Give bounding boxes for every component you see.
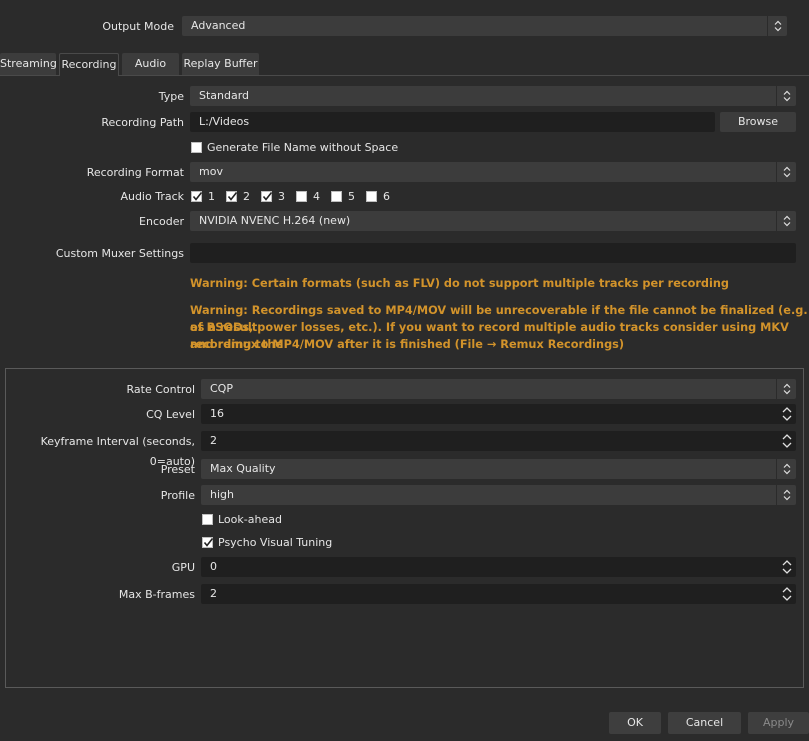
apply-button[interactable]: Apply	[748, 712, 809, 734]
browse-button[interactable]: Browse	[720, 112, 796, 132]
output-mode-label: Output Mode	[102, 20, 174, 33]
audio-track-3-label: 3	[278, 190, 285, 203]
look-ahead-label: Look-ahead	[218, 513, 282, 526]
check-icon	[203, 538, 214, 547]
audio-track-4-checkbox[interactable]	[296, 191, 307, 202]
cq-level-label: CQ Level	[146, 408, 195, 421]
tab-audio[interactable]: Audio	[122, 53, 179, 75]
warning-multiple-tracks: Warning: Certain formats (such as FLV) d…	[190, 277, 730, 290]
audio-track-2-checkbox[interactable]	[226, 191, 238, 202]
profile-label: Profile	[160, 489, 195, 502]
spinner-arrows-icon[interactable]	[778, 584, 796, 604]
max-bframes-label: Max B-frames	[118, 588, 195, 601]
chevron-updown-icon	[776, 86, 796, 106]
preset-label: Preset	[160, 463, 195, 476]
encoder-select[interactable]: NVIDIA NVENC H.264 (new)	[190, 211, 796, 231]
cancel-button[interactable]: Cancel	[668, 712, 741, 734]
audio-track-5-checkbox[interactable]	[331, 191, 342, 202]
check-icon	[227, 192, 238, 201]
ok-button[interactable]: OK	[609, 712, 661, 734]
custom-muxer-label: Custom Muxer Settings	[55, 247, 184, 260]
rate-control-label: Rate Control	[126, 383, 195, 396]
cq-level-spinbox[interactable]: 16	[201, 404, 796, 424]
audio-track-6-label: 6	[383, 190, 390, 203]
profile-select[interactable]: high	[201, 485, 796, 505]
profile-value: high	[210, 488, 234, 501]
encoder-label: Encoder	[139, 215, 184, 228]
spinner-arrows-icon[interactable]	[778, 404, 796, 424]
recording-format-label: Recording Format	[86, 166, 184, 179]
tab-bar-divider	[0, 75, 809, 76]
chevron-updown-icon	[776, 162, 796, 182]
audio-track-1-checkbox[interactable]	[191, 191, 203, 202]
preset-value: Max Quality	[210, 462, 276, 475]
preset-select[interactable]: Max Quality	[201, 459, 796, 479]
keyframe-interval-spinbox[interactable]: 2	[201, 431, 796, 451]
no-space-checkbox[interactable]	[191, 142, 202, 153]
recording-format-value: mov	[199, 165, 223, 178]
look-ahead-checkbox[interactable]	[202, 514, 213, 525]
chevron-updown-icon	[767, 16, 787, 36]
tab-streaming[interactable]: Streaming	[0, 53, 57, 75]
warning-mp4-line-3: recording to MP4/MOV after it is finishe…	[190, 338, 625, 351]
audio-track-label: Audio Track	[120, 190, 184, 203]
scrollbar[interactable]	[795, 16, 809, 38]
check-icon	[262, 192, 273, 201]
rate-control-value: CQP	[210, 382, 233, 395]
cq-level-value: 16	[210, 407, 224, 420]
custom-muxer-input[interactable]	[190, 243, 796, 263]
max-bframes-spinbox[interactable]: 2	[201, 584, 796, 604]
no-space-label: Generate File Name without Space	[207, 141, 399, 154]
chevron-updown-icon	[776, 485, 796, 505]
audio-track-6-checkbox[interactable]	[366, 191, 377, 202]
audio-track-5-label: 5	[348, 190, 355, 203]
audio-track-4-label: 4	[313, 190, 320, 203]
gpu-value: 0	[210, 560, 217, 573]
psycho-visual-checkbox[interactable]	[202, 537, 214, 548]
spinner-arrows-icon[interactable]	[778, 557, 796, 577]
output-mode-select[interactable]: Advanced	[182, 16, 787, 36]
type-select[interactable]: Standard	[190, 86, 796, 106]
output-mode-value: Advanced	[191, 19, 246, 32]
gpu-label: GPU	[171, 561, 195, 574]
rate-control-select[interactable]: CQP	[201, 379, 796, 399]
recording-path-input[interactable]: L:/Videos	[190, 112, 715, 132]
keyframe-interval-value: 2	[210, 434, 217, 447]
chevron-updown-icon	[776, 379, 796, 399]
max-bframes-value: 2	[210, 587, 217, 600]
recording-path-label: Recording Path	[101, 116, 184, 129]
chevron-updown-icon	[776, 211, 796, 231]
type-label: Type	[158, 90, 184, 103]
encoder-value: NVIDIA NVENC H.264 (new)	[199, 214, 351, 227]
psycho-visual-label: Psycho Visual Tuning	[218, 536, 333, 549]
type-value: Standard	[199, 89, 250, 102]
audio-track-3-checkbox[interactable]	[261, 191, 273, 202]
recording-format-select[interactable]: mov	[190, 162, 796, 182]
check-icon	[192, 192, 203, 201]
tab-replay-buffer[interactable]: Replay Buffer	[182, 53, 259, 75]
audio-track-2-label: 2	[243, 190, 250, 203]
spinner-arrows-icon[interactable]	[778, 431, 796, 451]
tab-recording[interactable]: Recording	[59, 53, 119, 76]
audio-track-1-label: 1	[208, 190, 215, 203]
chevron-updown-icon	[776, 459, 796, 479]
gpu-spinbox[interactable]: 0	[201, 557, 796, 577]
